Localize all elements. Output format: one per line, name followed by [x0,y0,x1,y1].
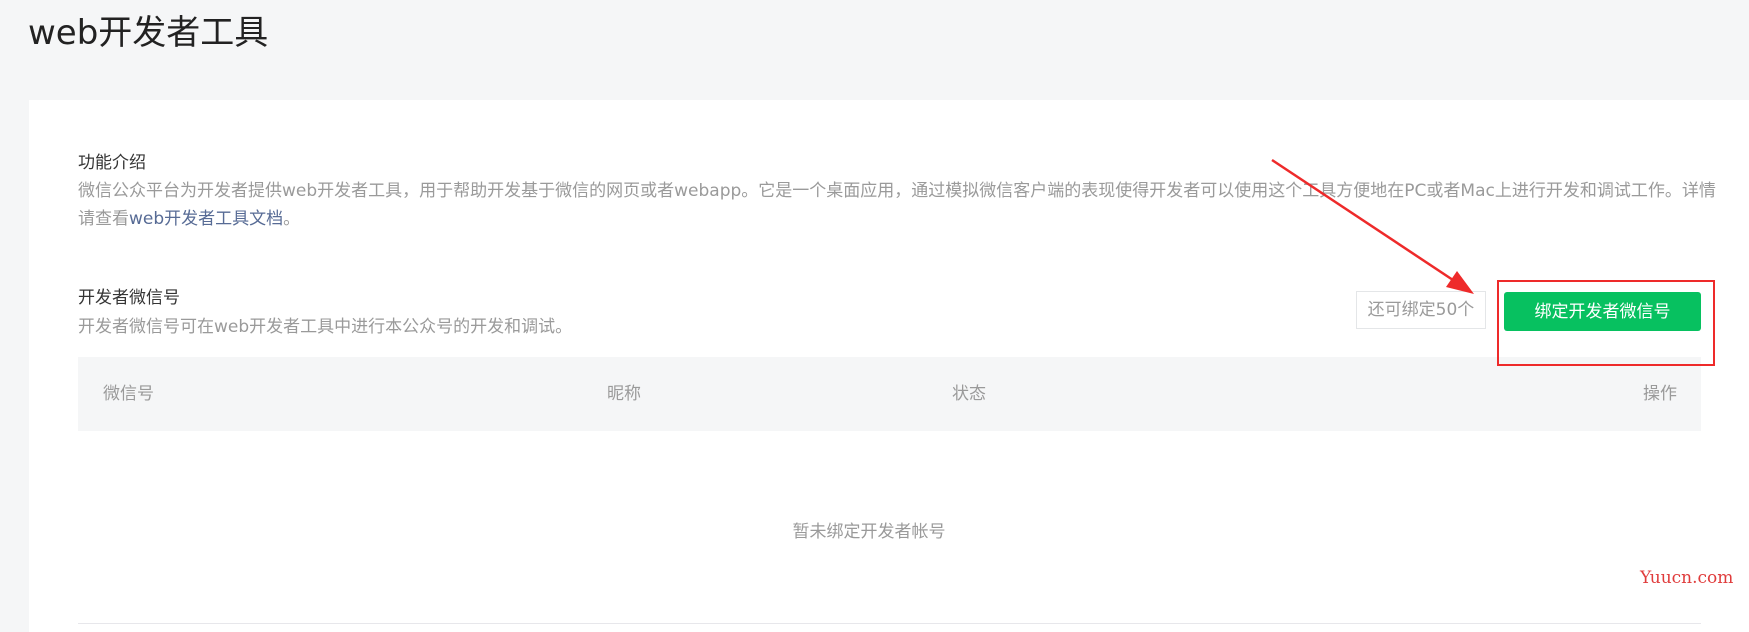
empty-state: 暂未绑定开发者帐号 [29,517,1749,542]
page-title: web开发者工具 [28,13,269,53]
remaining-count-badge: 还可绑定50个 [1356,291,1486,329]
table-header: 微信号 昵称 状态 操作 [78,357,1701,431]
content-card: 功能介绍 微信公众平台为开发者提供web开发者工具，用于帮助开发基于微信的网页或… [29,100,1749,632]
intro-description-text: 微信公众平台为开发者提供web开发者工具，用于帮助开发基于微信的网页或者weba… [78,181,1716,229]
page: web开发者工具 功能介绍 微信公众平台为开发者提供web开发者工具，用于帮助开… [0,0,1749,632]
column-header-actions: 操作 [1643,384,1677,404]
developer-section-description: 开发者微信号可在web开发者工具中进行本公众号的开发和调试。 [78,317,573,337]
column-header-status: 状态 [952,384,986,404]
doc-link[interactable]: web开发者工具文档 [129,209,283,229]
empty-state-text: 暂未绑定开发者帐号 [792,522,946,542]
intro-description-suffix: 。 [283,209,301,229]
column-header-nickname: 昵称 [607,384,641,404]
annotation-highlight-box [1497,280,1715,366]
watermark: Yuucn.com [1640,568,1734,588]
intro-description: 微信公众平台为开发者提供web开发者工具，用于帮助开发基于微信的网页或者weba… [78,177,1728,233]
table-divider [78,623,1701,624]
intro-title: 功能介绍 [78,153,146,173]
developer-section-title: 开发者微信号 [78,288,180,308]
column-header-wechat-id: 微信号 [103,384,154,404]
